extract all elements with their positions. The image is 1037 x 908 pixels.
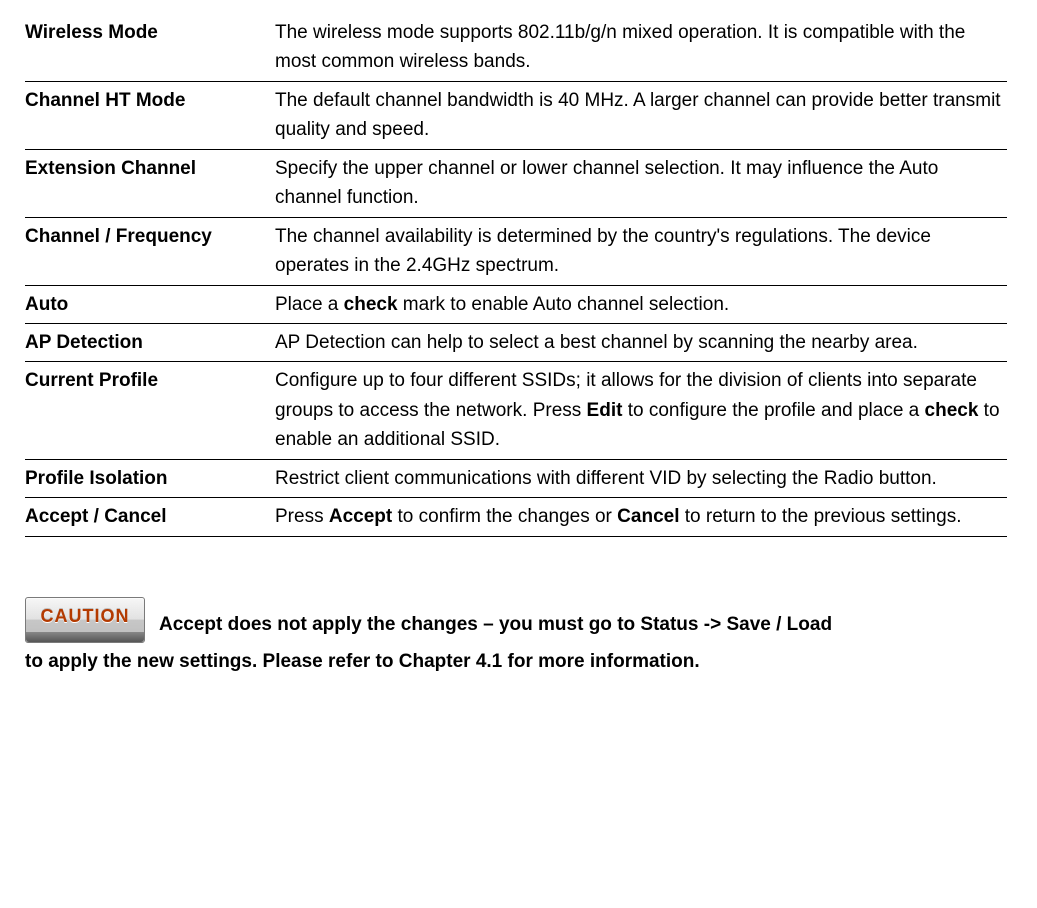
caution-text-line2: to apply the new settings. Please refer …: [25, 645, 1007, 679]
settings-table: Wireless Mode The wireless mode supports…: [25, 18, 1007, 537]
caution-text-line1: Accept does not apply the changes – you …: [159, 608, 832, 642]
table-row: Accept / Cancel Press Accept to confirm …: [25, 498, 1007, 536]
table-row: AP Detection AP Detection can help to se…: [25, 323, 1007, 361]
row-label: Channel HT Mode: [25, 81, 275, 149]
row-label: Current Profile: [25, 362, 275, 459]
row-desc: The channel availability is determined b…: [275, 217, 1007, 285]
table-row: Auto Place a check mark to enable Auto c…: [25, 285, 1007, 323]
row-label: Extension Channel: [25, 149, 275, 217]
table-row: Extension Channel Specify the upper chan…: [25, 149, 1007, 217]
row-label: Auto: [25, 285, 275, 323]
row-desc: Place a check mark to enable Auto channe…: [275, 285, 1007, 323]
row-desc: Restrict client communications with diff…: [275, 459, 1007, 497]
caution-block: CAUTION Accept does not apply the change…: [25, 597, 1007, 679]
table-row: Channel / Frequency The channel availabi…: [25, 217, 1007, 285]
row-desc: Press Accept to confirm the changes or C…: [275, 498, 1007, 536]
table-row: Current Profile Configure up to four dif…: [25, 362, 1007, 459]
row-desc: The default channel bandwidth is 40 MHz.…: [275, 81, 1007, 149]
row-label: AP Detection: [25, 323, 275, 361]
table-row: Profile Isolation Restrict client commun…: [25, 459, 1007, 497]
row-label: Channel / Frequency: [25, 217, 275, 285]
row-desc: AP Detection can help to select a best c…: [275, 323, 1007, 361]
table-row: Channel HT Mode The default channel band…: [25, 81, 1007, 149]
row-desc: Configure up to four different SSIDs; it…: [275, 362, 1007, 459]
row-label: Wireless Mode: [25, 18, 275, 81]
row-desc: The wireless mode supports 802.11b/g/n m…: [275, 18, 1007, 81]
row-label: Profile Isolation: [25, 459, 275, 497]
caution-icon: CAUTION: [25, 597, 145, 643]
row-desc: Specify the upper channel or lower chann…: [275, 149, 1007, 217]
table-row: Wireless Mode The wireless mode supports…: [25, 18, 1007, 81]
row-label: Accept / Cancel: [25, 498, 275, 536]
caution-badge-text: CAUTION: [26, 603, 144, 631]
